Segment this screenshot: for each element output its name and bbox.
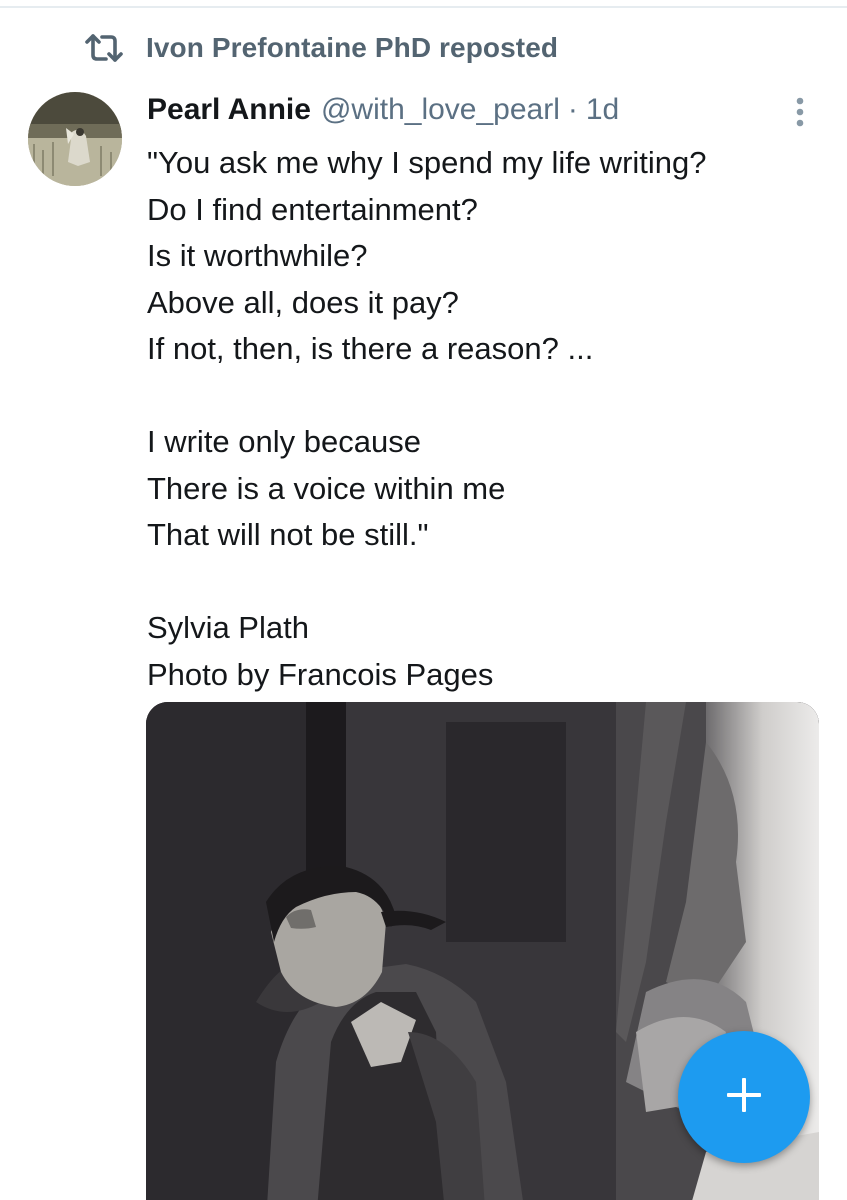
- tweet-line: Photo by Francois Pages: [147, 656, 494, 692]
- tweet-line: There is a voice within me: [147, 470, 506, 506]
- top-divider: [0, 6, 847, 8]
- tweet-line: Is it worthwhile?: [147, 238, 368, 273]
- separator-dot: ·: [567, 93, 578, 126]
- tweet-line: Sylvia Plath: [147, 610, 309, 645]
- tweet-line: If not, then, is there a reason? ...: [147, 331, 594, 366]
- tweet-line: I write only because: [147, 424, 421, 459]
- plus-icon: [724, 1075, 764, 1120]
- timestamp[interactable]: 1d: [586, 93, 619, 127]
- author-handle[interactable]: @with_love_pearl: [321, 93, 560, 127]
- tweet-line: That will not be still.": [147, 517, 429, 552]
- tweet-line: "You ask me why I spend my life writing?: [147, 145, 707, 180]
- author-name[interactable]: Pearl Annie: [147, 93, 311, 127]
- more-vertical-icon[interactable]: [788, 96, 812, 130]
- repost-label[interactable]: Ivon Prefontaine PhD reposted: [146, 32, 558, 64]
- avatar[interactable]: [28, 92, 122, 186]
- repost-context[interactable]: Ivon Prefontaine PhD reposted: [84, 28, 558, 68]
- compose-fab[interactable]: [678, 1031, 810, 1163]
- tweet-text: "You ask me why I spend my life writing?…: [147, 140, 807, 698]
- tweet-line: Do I find entertainment?: [147, 191, 478, 227]
- repost-icon: [84, 31, 124, 65]
- tweet-line: Above all, does it pay?: [147, 284, 459, 320]
- tweet-header: Pearl Annie @with_love_pearl · 1d: [147, 88, 619, 132]
